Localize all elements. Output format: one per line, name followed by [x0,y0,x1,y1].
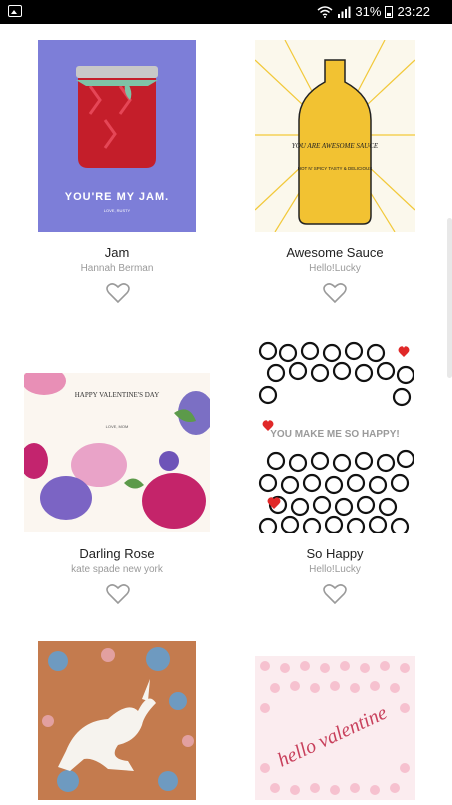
card-artist-jam: Hannah Berman [80,263,154,274]
card-image-jam[interactable]: YOU'RE MY JAM. LOVE, RUSTY [38,40,196,232]
favorite-heart-icon[interactable] [106,282,130,304]
card-so-happy[interactable]: YOU MAKE ME SO HAPPY! [256,341,416,537]
card-image-so-happy[interactable]: YOU MAKE ME SO HAPPY! [256,341,416,537]
card-title-awesome-sauce: Awesome Sauce [286,245,384,260]
card-image-subtext-awesome-sauce: HOT N' SPICY TASTY & DELICIOUS [298,166,372,171]
card-awesome-sauce[interactable]: YOU ARE AWESOME SAUCE HOT N' SPICY TASTY… [254,39,416,233]
wifi-icon [317,5,333,18]
signal-icon [338,6,351,18]
card-unicorn[interactable] [38,641,196,800]
card-image-subtext-jam: LOVE, RUSTY [104,208,131,213]
card-hello-valentine[interactable]: hello valentine [255,656,415,800]
battery-percent: 31% [355,4,382,19]
scrollbar[interactable] [447,218,452,378]
favorite-heart-icon[interactable] [323,282,347,304]
card-image-unicorn[interactable] [38,641,196,800]
card-darling-rose[interactable]: HAPPY VALENTINE'S DAY LOVE, MOM [20,367,214,532]
status-bar: 31% 23:22 [0,0,452,24]
card-image-text-awesome-sauce: YOU ARE AWESOME SAUCE [292,142,379,150]
card-title-so-happy: So Happy [306,546,364,561]
card-artist-so-happy: Hello!Lucky [309,564,361,575]
status-right: 31% 23:22 [317,4,430,19]
gallery-notification-icon [8,5,22,17]
card-image-text-darling-rose: HAPPY VALENTINE'S DAY [75,391,160,399]
clock: 23:22 [397,4,430,19]
card-title-jam: Jam [104,245,130,260]
card-artist-awesome-sauce: Hello!Lucky [309,263,361,274]
card-image-awesome-sauce[interactable]: YOU ARE AWESOME SAUCE HOT N' SPICY TASTY… [254,39,416,233]
favorite-heart-icon[interactable] [106,583,130,605]
card-image-hello-valentine[interactable]: hello valentine [255,656,415,800]
favorite-heart-icon[interactable] [323,583,347,605]
card-image-text-so-happy: YOU MAKE ME SO HAPPY! [270,429,399,440]
card-image-darling-rose[interactable]: HAPPY VALENTINE'S DAY LOVE, MOM [20,367,214,532]
battery-icon [385,5,394,18]
card-image-text-jam: YOU'RE MY JAM. [65,191,169,203]
card-image-subtext-darling-rose: LOVE, MOM [106,424,129,429]
card-title-darling-rose: Darling Rose [79,546,155,561]
card-jam[interactable]: YOU'RE MY JAM. LOVE, RUSTY [38,40,196,232]
card-artist-darling-rose: kate spade new york [71,564,163,575]
